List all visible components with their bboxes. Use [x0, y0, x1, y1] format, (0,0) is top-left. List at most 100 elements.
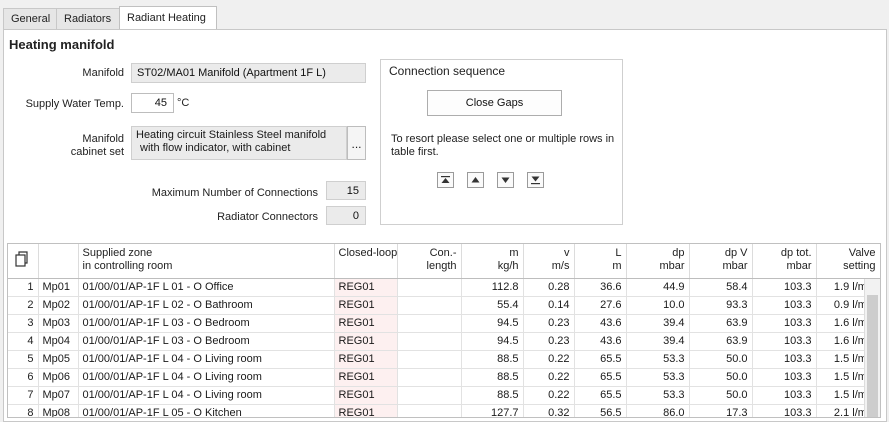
column-header-line1: Closed-loop c: [338, 247, 397, 259]
table-cell-velocity: 0.32: [523, 404, 575, 417]
table-cell-dp-valve: 17.3: [689, 404, 753, 417]
table-row[interactable]: 8 Mp08 01/00/01/AP-1F L 05 - O Kitchen REG0…: [8, 404, 880, 417]
cabinet-browse-button[interactable]: ...: [347, 126, 366, 160]
column-header-copy[interactable]: [8, 244, 39, 279]
table-cell-id: Mp04: [38, 332, 79, 351]
column-header-valve-setting[interactable]: Valve setting: [816, 244, 880, 279]
connection-sequence-group: Connection sequence Close Gaps To resort…: [380, 59, 623, 225]
cabinet-field[interactable]: Heating circuit Stainless Steel manifold…: [131, 126, 347, 160]
table-cell-dp-valve: 63.9: [689, 332, 753, 351]
table-cell-closed-loop: REG01: [334, 404, 398, 417]
table-cell-supplied-zone: 01/00/01/AP-1F L 04 - O Living room: [78, 368, 335, 387]
move-to-bottom-button[interactable]: [527, 172, 544, 188]
radiator-connectors-field[interactable]: 0: [326, 206, 366, 225]
column-header-line2: in controlling room: [82, 260, 173, 272]
column-header-line2: m/s: [551, 260, 570, 272]
move-to-bottom-icon: [531, 176, 540, 185]
table-cell-velocity: 0.22: [523, 368, 575, 387]
supply-temp-input[interactable]: 45: [131, 93, 174, 113]
table-row[interactable]: 7 Mp07 01/00/01/AP-1F L 04 - O Living room…: [8, 386, 880, 405]
table-cell-con-length[interactable]: [397, 386, 462, 405]
cabinet-line1: Heating circuit Stainless Steel manifold: [136, 129, 327, 141]
table-cell-closed-loop: REG01: [334, 350, 398, 369]
column-header-line1: dp V: [724, 247, 748, 259]
table-cell-closed-loop: REG01: [334, 314, 398, 333]
table-cell-dp: 44.9: [626, 278, 690, 297]
close-gaps-button[interactable]: Close Gaps: [427, 90, 562, 116]
column-header-supplied-zone[interactable]: Supplied zone in controlling room: [78, 244, 335, 279]
cabinet-label-line2: cabinet set: [70, 146, 124, 158]
table-cell-closed-loop: REG01: [334, 278, 398, 297]
manifold-field[interactable]: ST02/MA01 Manifold (Apartment 1F L): [131, 63, 366, 83]
column-header-dp-valve[interactable]: dp Vmbar: [689, 244, 753, 279]
table-cell-con-length[interactable]: [397, 404, 462, 417]
column-header-line1: Supplied zone: [82, 247, 153, 259]
table-cell-supplied-zone: 01/00/01/AP-1F L 04 - O Living room: [78, 350, 335, 369]
column-header-length[interactable]: Lm: [574, 244, 627, 279]
connections-table: Supplied zone in controlling room Closed-l…: [7, 243, 881, 418]
column-header-id[interactable]: [38, 244, 79, 279]
column-header-closed-loop[interactable]: Closed-loop c: [334, 244, 398, 279]
table-cell-supplied-zone: 01/00/01/AP-1F L 03 - O Bedroom: [78, 314, 335, 333]
column-header-velocity[interactable]: v m/s: [523, 244, 575, 279]
table-cell-supplied-zone: 01/00/01/AP-1F L 02 - O Bathroom: [78, 296, 335, 315]
table-cell-con-length[interactable]: [397, 314, 462, 333]
table-row[interactable]: 3 Mp03 01/00/01/AP-1F L 03 - O Bedroom REG0…: [8, 314, 880, 333]
table-cell-con-length[interactable]: [397, 332, 462, 351]
table-cell-copy: 8: [8, 404, 39, 417]
move-to-top-button[interactable]: [437, 172, 454, 188]
table-cell-dp-total: 103.3: [752, 278, 817, 297]
column-header-mass-flow[interactable]: m kg/h: [461, 244, 524, 279]
column-header-con-length[interactable]: Con.- length: [397, 244, 462, 279]
table-cell-dp: 53.3: [626, 368, 690, 387]
column-header-dp-total[interactable]: dp tot. mbar: [752, 244, 817, 279]
table-row[interactable]: 5 Mp05 01/00/01/AP-1F L 04 - O Living room…: [8, 350, 880, 369]
table-header-row: Supplied zone in controlling room Closed-l…: [8, 244, 880, 279]
move-up-icon: [471, 177, 480, 183]
move-down-button[interactable]: [497, 172, 514, 188]
table-cell-length: 65.5: [574, 350, 627, 369]
table-cell-length: 36.6: [574, 278, 627, 297]
table-cell-id: Mp03: [38, 314, 79, 333]
table-cell-id: Mp08: [38, 404, 79, 417]
table-cell-id: Mp05: [38, 350, 79, 369]
table-cell-mass-flow: 94.5: [461, 332, 524, 351]
tab-radiant-heating[interactable]: Radiant Heating: [119, 6, 217, 31]
tab-radiators[interactable]: Radiators: [56, 8, 120, 30]
column-header-line2: setting: [843, 260, 876, 272]
column-header-dp[interactable]: dp mbar: [626, 244, 690, 279]
table-cell-dp: 86.0: [626, 404, 690, 417]
table-cell-closed-loop: REG01: [334, 296, 398, 315]
scrollbar-thumb[interactable]: [867, 295, 878, 417]
table-row[interactable]: 4 Mp04 01/00/01/AP-1F L 03 - O Bedroom REG0…: [8, 332, 880, 351]
table-cell-copy: 2: [8, 296, 39, 315]
table-row[interactable]: 1 Mp01 01/00/01/AP-1F L 01 - O Office REG01…: [8, 278, 880, 297]
table-cell-dp-valve: 58.4: [689, 278, 753, 297]
table-cell-supplied-zone: 01/00/01/AP-1F L 01 - O Office: [78, 278, 335, 297]
table-row[interactable]: 2 Mp02 01/00/01/AP-1F L 02 - O Bathroom REG…: [8, 296, 880, 315]
table-cell-con-length[interactable]: [397, 368, 462, 387]
table-cell-dp-valve: 50.0: [689, 386, 753, 405]
column-header-line1: v: [564, 247, 570, 259]
table-cell-mass-flow: 112.8: [461, 278, 524, 297]
column-header-line2: mbar: [722, 260, 748, 272]
table-cell-dp-total: 103.3: [752, 314, 817, 333]
table-cell-supplied-zone: 01/00/01/AP-1F L 05 - O Kitchen: [78, 404, 335, 417]
table-cell-copy: 3: [8, 314, 39, 333]
table-cell-velocity: 0.23: [523, 332, 575, 351]
table-cell-dp-valve: 63.9: [689, 314, 753, 333]
table-cell-con-length[interactable]: [397, 278, 462, 297]
table-cell-con-length[interactable]: [397, 296, 462, 315]
table-cell-velocity: 0.23: [523, 314, 575, 333]
table-cell-dp-total: 103.3: [752, 368, 817, 387]
table-cell-con-length[interactable]: [397, 350, 462, 369]
table-cell-velocity: 0.22: [523, 386, 575, 405]
table-cell-dp-total: 103.3: [752, 296, 817, 315]
table-row[interactable]: 6 Mp06 01/00/01/AP-1F L 04 - O Living room…: [8, 368, 880, 387]
table-cell-copy: 7: [8, 386, 39, 405]
max-connections-field[interactable]: 15: [326, 181, 366, 200]
move-up-button[interactable]: [467, 172, 484, 188]
tab-general[interactable]: General: [3, 8, 57, 30]
cabinet-label: Manifold cabinet set: [40, 133, 124, 159]
table-cell-id: Mp01: [38, 278, 79, 297]
